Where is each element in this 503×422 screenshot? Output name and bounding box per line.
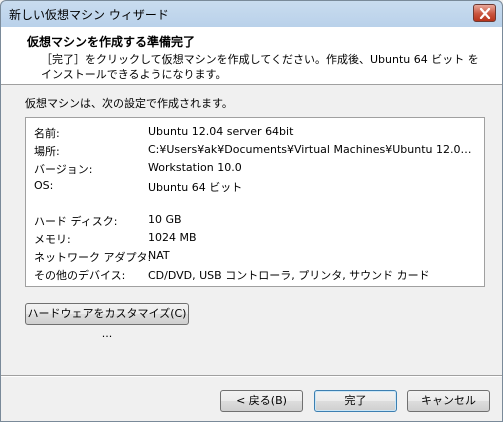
page-description: ［完了］をクリックして仮想マシンを作成してください。作成後、Ubuntu 64 … (41, 53, 479, 81)
wizard-window: 新しい仮想マシン ウィザード 仮想マシンを作成する準備完了 ［完了］をクリックし… (0, 0, 503, 422)
summary-row-version: バージョン: Workstation 10.0 (34, 161, 478, 177)
window-title: 新しい仮想マシン ウィザード (9, 8, 169, 22)
summary-value: 1024 MB (148, 231, 197, 244)
title-bar[interactable]: 新しい仮想マシン ウィザード (1, 1, 502, 27)
summary-value: Ubuntu 64 ビット (148, 181, 243, 194)
back-button[interactable]: < 戻る(B) (220, 390, 303, 412)
summary-row-os: OS: Ubuntu 64 ビット (34, 179, 478, 195)
summary-key: 名前: (34, 127, 60, 140)
finish-button[interactable]: 完了 (314, 390, 397, 412)
summary-value: NAT (148, 249, 170, 262)
wizard-header: 仮想マシンを作成する準備完了 ［完了］をクリックして仮想マシンを作成してください… (1, 27, 502, 85)
close-icon (479, 8, 491, 19)
close-button[interactable] (473, 4, 496, 22)
summary-value: Ubuntu 12.04 server 64bit (148, 125, 294, 138)
summary-value: Workstation 10.0 (148, 161, 242, 174)
cancel-button[interactable]: キャンセル (407, 390, 490, 412)
settings-summary-box: 名前: Ubuntu 12.04 server 64bit 場所: C:¥Use… (25, 117, 485, 287)
summary-key: OS: (34, 179, 54, 192)
customize-hardware-button[interactable]: ハードウェアをカスタマイズ(C) ... (25, 303, 189, 340)
summary-row-memory: メモリ: 1024 MB (34, 231, 478, 247)
summary-row-network: ネットワーク アダプタ: NAT (34, 249, 478, 265)
footer-divider (1, 375, 502, 377)
summary-row-name: 名前: Ubuntu 12.04 server 64bit (34, 125, 478, 141)
page-title: 仮想マシンを作成する準備完了 (27, 35, 196, 49)
intro-text: 仮想マシンは、次の設定で作成されます。 (25, 97, 233, 110)
summary-row-hard-disk: ハード ディスク: 10 GB (34, 213, 478, 229)
summary-key: ネットワーク アダプタ: (34, 251, 152, 264)
summary-value: CD/DVD, USB コントローラ, プリンタ, サウンド カード (148, 269, 430, 282)
summary-key: ハード ディスク: (34, 215, 118, 228)
summary-row-location: 場所: C:¥Users¥ak¥Documents¥Virtual Machin… (34, 143, 478, 159)
summary-value: C:¥Users¥ak¥Documents¥Virtual Machines¥U… (148, 143, 478, 156)
summary-key: その他のデバイス: (34, 269, 126, 282)
summary-key: バージョン: (34, 163, 93, 176)
summary-value: 10 GB (148, 213, 182, 226)
summary-row-other-devices: その他のデバイス: CD/DVD, USB コントローラ, プリンタ, サウンド… (34, 267, 478, 283)
summary-key: メモリ: (34, 233, 71, 246)
summary-key: 場所: (34, 145, 60, 158)
